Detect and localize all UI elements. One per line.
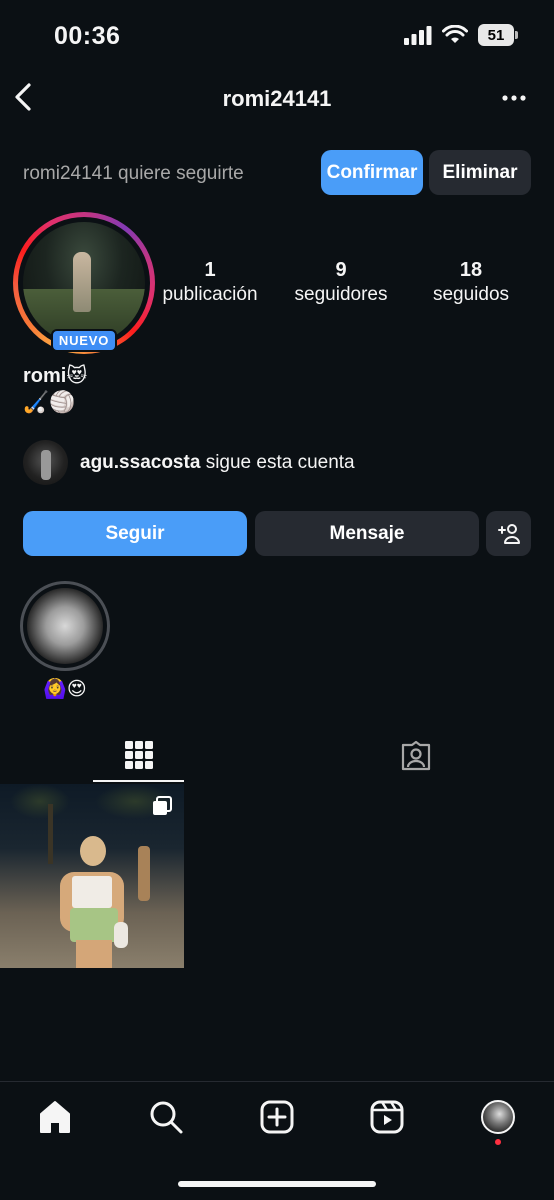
nav-search[interactable] xyxy=(146,1097,186,1137)
add-person-icon xyxy=(497,523,520,544)
confirm-button[interactable]: Confirmar xyxy=(321,150,423,195)
follow-button[interactable]: Seguir xyxy=(23,511,247,556)
nav-create[interactable] xyxy=(257,1097,297,1137)
followed-by-suffix: sigue esta cuenta xyxy=(205,452,355,473)
page-title: romi24141 xyxy=(222,86,332,111)
reels-icon xyxy=(370,1100,404,1134)
home-icon xyxy=(40,1101,70,1133)
battery-icon: 51 xyxy=(478,24,518,46)
search-icon xyxy=(150,1101,183,1134)
carousel-icon xyxy=(153,796,172,815)
tab-posts[interactable] xyxy=(93,730,184,782)
status-icons: 51 xyxy=(404,24,518,46)
suggest-button[interactable] xyxy=(486,511,531,556)
profile-name: romi😻 xyxy=(23,365,88,387)
stat-followers-value: 9 xyxy=(335,259,347,281)
highlight-cover xyxy=(27,588,103,664)
tagged-icon xyxy=(401,740,430,771)
new-badge: NUEVO xyxy=(51,329,117,352)
profile-avatar xyxy=(481,1100,515,1134)
grid-icon xyxy=(124,741,153,769)
signal-icon xyxy=(404,26,432,45)
follower-username[interactable]: agu.ssacosta xyxy=(80,452,200,473)
stat-following-label: seguidos xyxy=(432,284,510,305)
stat-posts-label: publicación xyxy=(162,284,258,305)
more-horizontal-icon[interactable] xyxy=(502,94,526,102)
wifi-icon xyxy=(442,25,468,43)
story-highlight[interactable] xyxy=(20,581,110,671)
stat-following[interactable]: 18 seguidos xyxy=(406,258,536,307)
stat-followers[interactable]: 9 seguidores xyxy=(276,258,406,307)
profile-bio: 🏑🏐 xyxy=(23,391,76,414)
avatar xyxy=(23,222,145,344)
followed-by-text[interactable]: agu.ssacosta sigue esta cuenta xyxy=(80,452,355,474)
tab-tagged[interactable] xyxy=(370,730,461,782)
stat-following-value: 18 xyxy=(459,259,483,281)
nav-profile[interactable] xyxy=(478,1097,518,1137)
home-indicator[interactable] xyxy=(178,1181,376,1187)
follower-avatar[interactable] xyxy=(23,440,68,485)
delete-button[interactable]: Eliminar xyxy=(429,150,531,195)
follow-request-text: romi24141 quiere seguirte xyxy=(23,163,244,184)
create-icon xyxy=(260,1100,294,1134)
nav-reels[interactable] xyxy=(367,1097,407,1137)
status-time: 00:36 xyxy=(54,22,121,50)
stat-followers-label: seguidores xyxy=(294,284,388,305)
message-button[interactable]: Mensaje xyxy=(255,511,479,556)
nav-home[interactable] xyxy=(35,1097,75,1137)
stat-posts-value: 1 xyxy=(204,259,216,281)
post-thumbnail[interactable] xyxy=(0,784,184,968)
notification-dot xyxy=(495,1139,501,1145)
highlight-label: 🙆‍♀️😍 xyxy=(43,679,87,700)
stat-posts: 1 publicación xyxy=(145,258,275,307)
nav-divider xyxy=(0,1081,554,1082)
